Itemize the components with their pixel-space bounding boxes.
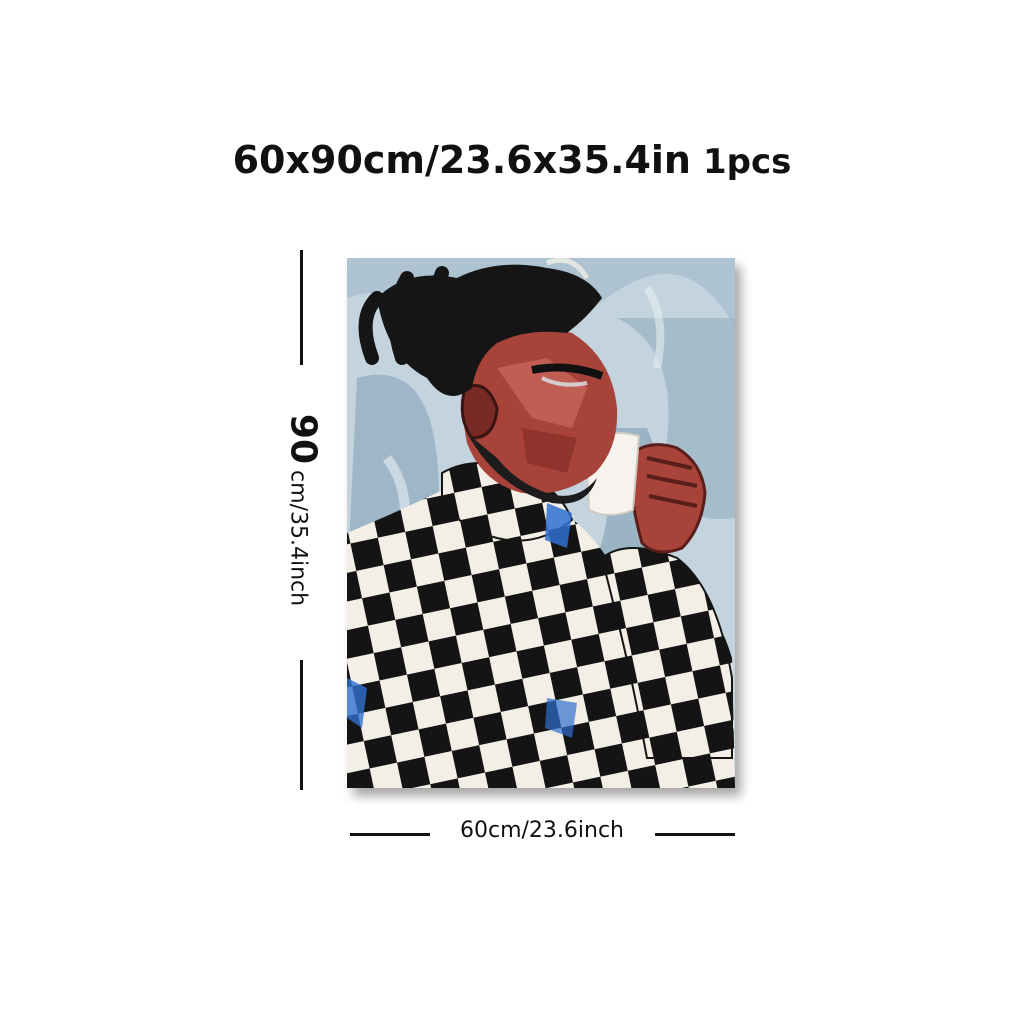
height-dimension-line-bottom xyxy=(300,660,303,790)
width-dimension-line-left xyxy=(350,833,430,836)
painting-artwork xyxy=(347,258,735,788)
width-dimension-line-right xyxy=(655,833,735,836)
product-image: 60x90cm/23.6x35.4in 1pcs 90 cm/35.4inch 6… xyxy=(0,0,1024,1024)
size-text: 60x90cm/23.6x35.4in xyxy=(232,138,691,182)
quantity-text: 1pcs xyxy=(702,142,792,182)
height-dimension-line-top xyxy=(300,250,303,365)
height-unit: cm/35.4inch xyxy=(285,470,311,607)
width-dimension-label: 60cm/23.6inch xyxy=(459,818,624,843)
size-title: 60x90cm/23.6x35.4in 1pcs xyxy=(0,138,1024,182)
canvas-painting xyxy=(347,258,735,788)
height-dimension-label: 90 cm/35.4inch xyxy=(283,414,324,606)
height-value: 90 xyxy=(282,413,324,465)
